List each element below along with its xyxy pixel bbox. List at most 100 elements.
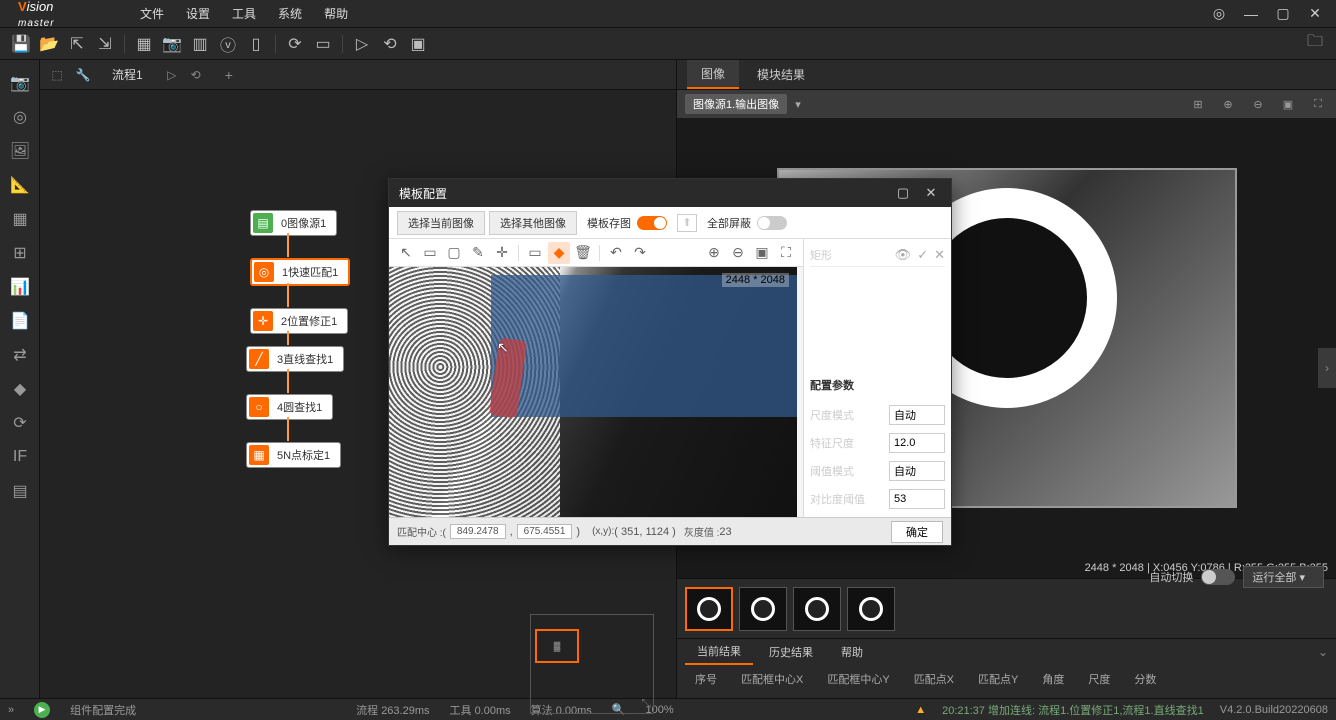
lt-comm-icon[interactable]: ⇄ [2, 340, 38, 370]
lt-more-icon[interactable]: ▤ [2, 476, 38, 506]
menu-settings[interactable]: 设置 [176, 1, 220, 26]
lt-image-icon[interactable]: 🖼 [2, 136, 38, 166]
tab-loop-icon[interactable]: ⟲ [187, 66, 205, 84]
node-n-calibrate[interactable]: ▦ 5N点标定1 [246, 442, 341, 468]
play-icon[interactable]: ▷ [349, 31, 375, 57]
auto-switch-toggle[interactable] [1201, 569, 1235, 585]
run-all-dropdown[interactable]: 运行全部 ▾ [1243, 566, 1324, 588]
eye-icon[interactable]: 👁 [895, 247, 912, 263]
rtab-history[interactable]: 历史结果 [757, 640, 825, 664]
maximize-icon[interactable]: ▢ [1272, 3, 1294, 25]
lt-paint-icon[interactable]: ◆ [2, 374, 38, 404]
window-icon[interactable]: ▭ [310, 31, 336, 57]
warning-icon[interactable]: ▲ [915, 704, 926, 716]
scale-mode-input[interactable] [889, 405, 945, 425]
node-position-fix[interactable]: ✛ 2位置修正1 [250, 308, 348, 334]
var-icon[interactable]: ⓥ [215, 31, 241, 57]
import-icon[interactable]: ⇱ [64, 31, 90, 57]
thresh-mode-input[interactable] [889, 461, 945, 481]
full-mask-toggle[interactable] [757, 216, 787, 230]
collapse-results-icon[interactable]: ⌄ [1318, 645, 1328, 659]
thumb-3[interactable] [793, 587, 841, 631]
overview-panel[interactable]: ▓ ⤡ [530, 614, 654, 714]
square-icon[interactable]: ▢ [443, 242, 465, 264]
minimize-icon[interactable]: — [1240, 3, 1262, 25]
thumb-1[interactable] [685, 587, 733, 631]
overview-viewport[interactable]: ▓ [535, 629, 579, 663]
fit-icon[interactable]: ▣ [1278, 94, 1298, 114]
pencil-icon[interactable]: ✎ [467, 242, 489, 264]
node-circle-find[interactable]: ○ 4圆查找1 [246, 394, 333, 420]
redo-icon[interactable]: ↷ [629, 242, 651, 264]
select-other-image-button[interactable]: 选择其他图像 [489, 211, 577, 235]
open-icon[interactable]: 📂 [36, 31, 62, 57]
menu-system[interactable]: 系统 [268, 1, 312, 26]
thumb-4[interactable] [847, 587, 895, 631]
add-view-icon[interactable]: ⊞ [1188, 94, 1208, 114]
stop-icon[interactable]: ▣ [405, 31, 431, 57]
lt-chart-icon[interactable]: 📊 [2, 272, 38, 302]
zoom-in-icon[interactable]: ⊕ [1218, 94, 1238, 114]
zoom-out-icon[interactable]: ⊖ [727, 242, 749, 264]
dropdown-icon[interactable]: ▾ [795, 98, 801, 111]
lt-script-icon[interactable]: 📄 [2, 306, 38, 336]
node-line-find[interactable]: ╱ 3直线查找1 [246, 346, 344, 372]
fit-view-icon[interactable]: ▣ [751, 242, 773, 264]
rtab-current[interactable]: 当前结果 [685, 639, 753, 665]
lt-measure-icon[interactable]: 📐 [2, 170, 38, 200]
record-icon[interactable]: ◎ [1208, 3, 1230, 25]
select-current-image-button[interactable]: 选择当前图像 [397, 211, 485, 235]
canvas-selection[interactable] [491, 275, 797, 417]
modal-maximize-icon[interactable]: ▢ [893, 183, 913, 203]
loop-icon[interactable]: ⟲ [377, 31, 403, 57]
actual-size-icon[interactable]: ⛶ [775, 242, 797, 264]
grid-icon[interactable]: ▦ [131, 31, 157, 57]
undo-icon[interactable]: ↶ [605, 242, 627, 264]
lt-detect-icon[interactable]: ▦ [2, 204, 38, 234]
tab-play-icon[interactable]: ▷ [163, 66, 181, 84]
modal-close-icon[interactable]: ✕ [921, 183, 941, 203]
erase-icon[interactable]: ◆ [548, 242, 570, 264]
zoom-in-icon[interactable]: ⊕ [703, 242, 725, 264]
hierarchy-icon[interactable]: ⬚ [48, 66, 66, 84]
menu-file[interactable]: 文件 [130, 1, 174, 26]
template-save-toggle[interactable] [637, 216, 667, 230]
upload-icon[interactable]: ⬆ [677, 214, 697, 232]
save-icon[interactable]: 💾 [8, 31, 34, 57]
status-play-icon[interactable]: ▶ [34, 702, 50, 718]
lt-camera-icon[interactable]: 📷 [2, 68, 38, 98]
menu-tools[interactable]: 工具 [222, 1, 266, 26]
expand-icon[interactable]: » [8, 704, 14, 716]
rp-source-tag[interactable]: 图像源1.输出图像 [685, 94, 787, 114]
cursor-icon[interactable]: ↖ [395, 242, 417, 264]
feature-scale-input[interactable] [889, 433, 945, 453]
zoom-out-icon[interactable]: ⊖ [1248, 94, 1268, 114]
contrast-input[interactable] [889, 489, 945, 509]
rp-tab-image[interactable]: 图像 [687, 60, 739, 89]
modal-title-bar[interactable]: 模板配置 ▢ ✕ [389, 179, 951, 207]
lt-if-icon[interactable]: IF [2, 442, 38, 472]
thumb-2[interactable] [739, 587, 787, 631]
rect-icon[interactable]: ▭ [419, 242, 441, 264]
node-fast-match[interactable]: ◎ 1快速匹配1 [250, 258, 350, 286]
wrench-icon[interactable]: 🔧 [74, 66, 92, 84]
close-icon[interactable]: ✕ [1304, 3, 1326, 25]
delete-icon[interactable]: 🗑 [572, 242, 594, 264]
modal-ok-button[interactable]: 确定 [891, 521, 943, 543]
export-icon[interactable]: ⇲ [92, 31, 118, 57]
bars-icon[interactable]: ▥ [187, 31, 213, 57]
close-shape-icon[interactable]: ✕ [934, 247, 945, 263]
fullscreen-icon[interactable]: ⛶ [1308, 94, 1328, 114]
folder-right-icon[interactable]: 🗀 [1302, 31, 1328, 57]
nav-next-icon[interactable]: › [1318, 348, 1336, 388]
rp-tab-module[interactable]: 模块结果 [743, 61, 819, 88]
check-icon[interactable]: ✓ [917, 247, 928, 263]
modal-canvas[interactable]: ↖ 2448 * 2048 [389, 267, 797, 517]
lt-rotate-icon[interactable]: ⟳ [2, 408, 38, 438]
node-image-source[interactable]: ▤ 0图像源1 [250, 210, 337, 236]
overview-resize-icon[interactable]: ⤡ [641, 696, 651, 711]
flow-tab-1[interactable]: 流程1 [100, 62, 155, 87]
lt-target-icon[interactable]: ◎ [2, 102, 38, 132]
rtab-help[interactable]: 帮助 [829, 640, 875, 664]
mask-rect-icon[interactable]: ▭ [524, 242, 546, 264]
